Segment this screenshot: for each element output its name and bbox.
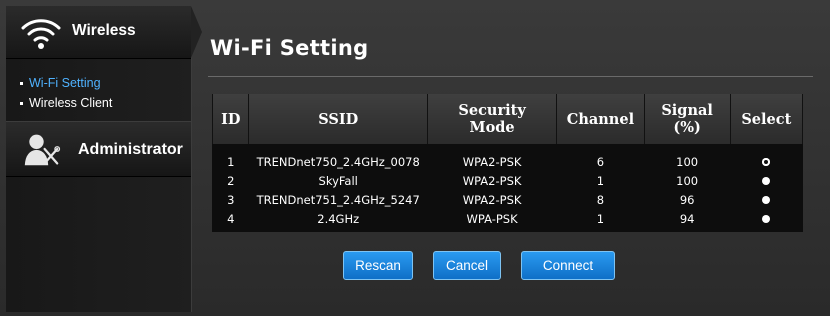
cell-signal: 94 [679, 211, 695, 226]
sidebar-item-wireless-client[interactable]: Wireless Client [20, 93, 191, 113]
cell-ssid: 2.4GHz [317, 211, 360, 226]
cell-select [730, 209, 802, 232]
title-divider [208, 76, 813, 77]
administrator-tools-icon [24, 134, 61, 166]
sidebar: Wireless Wi-Fi Setting Wireless Client A… [6, 6, 202, 312]
table-row[interactable]: 3 TRENDnet751_2.4GHz_5247 WPA2-PSK 8 96 [213, 190, 803, 209]
column-header-signal: Signal (%) [643, 94, 731, 144]
action-buttons: Rescan Cancel Connect [343, 251, 615, 280]
column-header-select: Select [729, 94, 804, 144]
sidebar-item-label: Wi-Fi Setting [29, 76, 101, 90]
cell-ssid: TRENDnet750_2.4GHz_0078 [256, 154, 420, 169]
sidebar-item-label: Wireless Client [29, 96, 113, 110]
security-mode-label: Security Mode [458, 102, 526, 136]
cell-id: 4 [227, 211, 235, 226]
cell-id: 3 [227, 192, 235, 207]
cell-select [730, 171, 802, 190]
cancel-button[interactable]: Cancel [433, 251, 501, 280]
cell-signal: 100 [676, 173, 699, 188]
cell-security: WPA2-PSK [462, 173, 522, 188]
cell-signal: 100 [676, 154, 699, 169]
cell-select [730, 190, 802, 209]
sidebar-section-title: Administrator [78, 141, 183, 158]
cell-channel: 1 [596, 173, 605, 188]
cell-channel: 1 [596, 211, 605, 226]
sidebar-item-wifi-setting[interactable]: Wi-Fi Setting [20, 73, 191, 93]
wifi-icon [21, 19, 61, 49]
table-header-row: ID SSID Security Mode Channel Signal (%)… [211, 94, 804, 144]
cell-ssid: TRENDnet751_2.4GHz_5247 [256, 192, 420, 207]
cell-security: WPA2-PSK [462, 154, 522, 169]
cell-id: 1 [227, 154, 235, 169]
router-admin-window: Wireless Wi-Fi Setting Wireless Client A… [0, 0, 830, 316]
connect-button[interactable]: Connect [521, 251, 615, 280]
sidebar-section-title: Wireless [72, 22, 136, 39]
sidebar-links: Wi-Fi Setting Wireless Client [6, 59, 191, 113]
main-content: Wi-Fi Setting ID SSID Security Mode Chan… [198, 14, 813, 312]
wifi-networks-table: ID SSID Security Mode Channel Signal (%)… [211, 94, 804, 232]
rescan-button[interactable]: Rescan [343, 251, 413, 280]
page-title: Wi-Fi Setting [210, 36, 369, 60]
cell-security: WPA-PSK [466, 211, 518, 226]
cell-channel: 8 [596, 192, 605, 207]
cell-id: 2 [227, 173, 235, 188]
cell-select [730, 144, 802, 171]
column-header-security-mode: Security Mode [426, 94, 558, 144]
table-row[interactable]: 2 SkyFall WPA2-PSK 1 100 [213, 171, 803, 190]
table-row[interactable]: 4 2.4GHz WPA-PSK 1 94 [213, 209, 803, 232]
cell-signal: 96 [679, 192, 695, 207]
bullet-icon [20, 101, 23, 105]
column-header-ssid: SSID [248, 94, 428, 144]
column-header-channel: Channel [556, 94, 645, 144]
select-radio[interactable] [762, 215, 771, 223]
select-radio[interactable] [762, 177, 771, 185]
cell-ssid: SkyFall [318, 173, 358, 188]
table-row[interactable]: 1 TRENDnet750_2.4GHz_0078 WPA2-PSK 6 100 [213, 144, 803, 171]
select-radio[interactable] [762, 196, 771, 204]
cell-channel: 6 [596, 154, 605, 169]
sidebar-section-wireless[interactable]: Wireless [6, 6, 202, 59]
sidebar-section-administrator[interactable]: Administrator [6, 121, 191, 177]
cell-security: WPA2-PSK [462, 192, 522, 207]
signal-label: Signal (%) [661, 102, 713, 136]
column-header-id: ID [211, 94, 250, 144]
bullet-icon [20, 81, 23, 85]
select-radio[interactable] [762, 158, 771, 166]
